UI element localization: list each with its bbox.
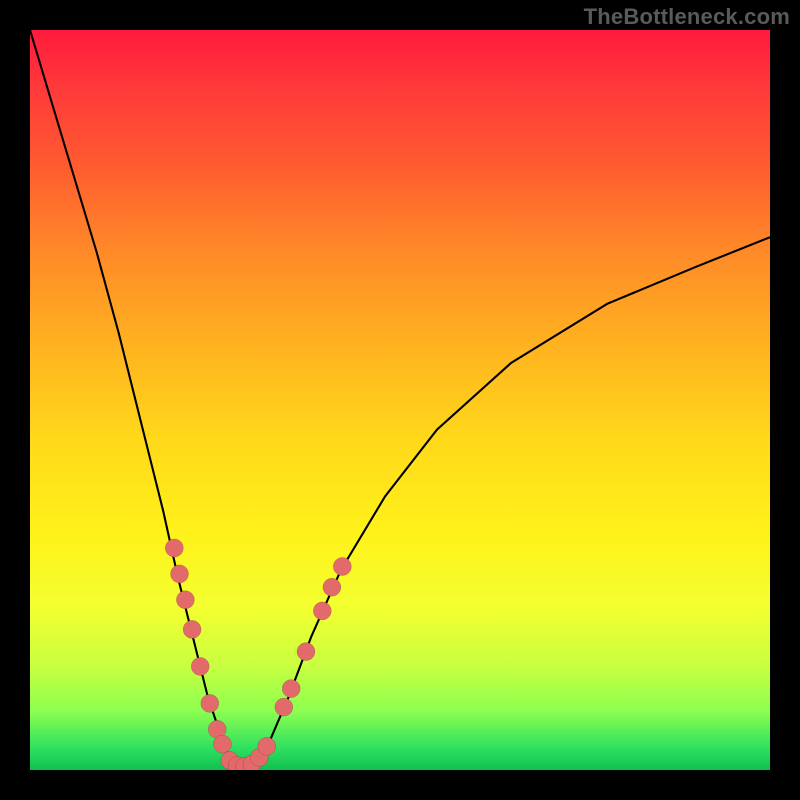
data-marker [275, 698, 293, 716]
chart-frame: TheBottleneck.com [0, 0, 800, 800]
marker-group [165, 539, 351, 770]
watermark-text: TheBottleneck.com [584, 4, 790, 30]
data-marker [228, 757, 246, 770]
curve-layer [30, 30, 770, 770]
data-marker [323, 578, 341, 596]
data-marker [282, 680, 300, 698]
data-marker [183, 620, 201, 638]
bottleneck-curve [30, 30, 770, 768]
data-marker [191, 657, 209, 675]
data-marker [208, 720, 226, 738]
data-marker [236, 757, 254, 770]
data-marker [250, 748, 268, 766]
data-marker [221, 751, 239, 769]
data-marker [171, 565, 189, 583]
data-marker [201, 694, 219, 712]
data-marker [258, 737, 276, 755]
data-marker [213, 735, 231, 753]
data-marker [297, 643, 315, 661]
data-marker [243, 755, 261, 770]
data-marker [333, 558, 351, 576]
data-marker [176, 591, 194, 609]
plot-area [30, 30, 770, 770]
data-marker [313, 602, 331, 620]
data-marker [165, 539, 183, 557]
